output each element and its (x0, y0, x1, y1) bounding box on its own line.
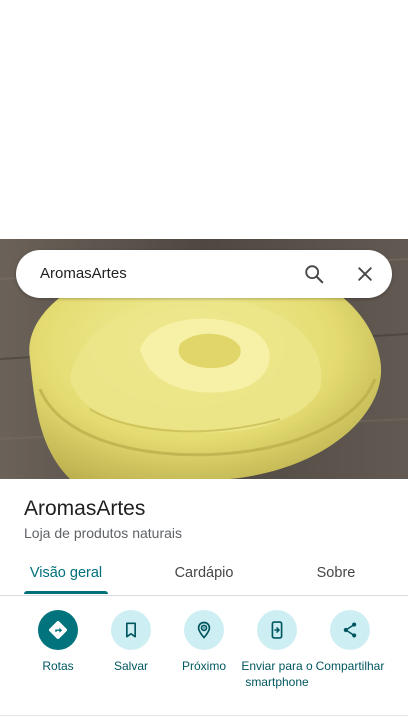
send-to-phone-button[interactable]: Enviar para o smartphone (237, 610, 317, 690)
place-title: AromasArtes (24, 497, 146, 520)
nearby-label: Próximo (181, 659, 226, 673)
active-tab-indicator (24, 591, 108, 594)
place-tabs: Visão geral Cardápio Sobre (0, 552, 408, 596)
search-icon[interactable] (300, 260, 328, 288)
save-label: Salvar (113, 659, 148, 673)
send-to-phone-icon (257, 610, 297, 650)
nearby-button[interactable]: Próximo (164, 610, 244, 674)
bottom-divider (0, 715, 408, 716)
share-button[interactable]: Compartilhar (310, 610, 390, 674)
place-category: Loja de produtos naturais (24, 525, 182, 541)
tab-overview[interactable]: Visão geral (24, 552, 108, 594)
directions-button[interactable]: Rotas (18, 610, 98, 674)
directions-icon (38, 610, 78, 650)
close-icon[interactable] (351, 260, 379, 288)
save-button[interactable]: Salvar (91, 610, 171, 674)
search-bar[interactable]: AromasArtes (16, 250, 392, 298)
share-icon (330, 610, 370, 650)
bookmark-icon (111, 610, 151, 650)
tab-menu[interactable]: Cardápio (154, 552, 254, 594)
directions-label: Rotas (42, 659, 74, 673)
action-buttons: Rotas Salvar Próximo Enviar para o smart… (0, 610, 408, 710)
send-to-phone-label: Enviar para o smartphone (241, 659, 313, 689)
share-label: Compartilhar (315, 659, 385, 673)
nearby-icon (184, 610, 224, 650)
tabs-divider (0, 595, 408, 596)
search-query[interactable]: AromasArtes (40, 265, 127, 282)
tab-about[interactable]: Sobre (296, 552, 376, 594)
